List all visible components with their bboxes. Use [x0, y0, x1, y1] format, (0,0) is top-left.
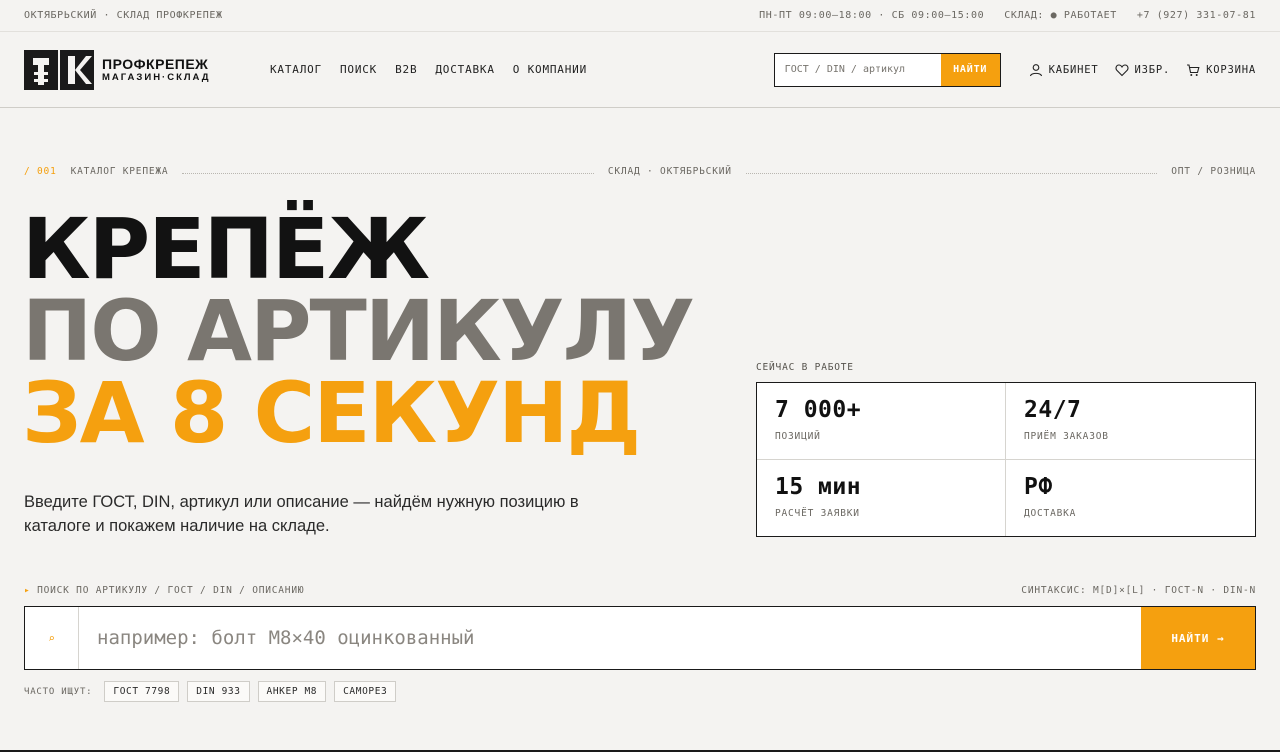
brand-name: ПРОФКРЕПЕЖ [102, 55, 209, 72]
phone-link[interactable]: +7 (927) 331-07-81 [1137, 10, 1256, 21]
top-info-bar: ОКТЯБРЬСКИЙ · СКЛАД ПРОФКРЕПЕЖ ПН-ПТ 09:… [0, 0, 1280, 32]
brand-subtitle: МАГАЗИН·СКЛАД [102, 71, 211, 83]
arrow-icon: ▸ [24, 585, 31, 596]
stats-label: СЕЙЧАС В РАБОТЕ [756, 362, 854, 373]
stat-value: РФ [1024, 473, 1053, 500]
favorites-label: ИЗБР. [1134, 63, 1171, 76]
stat-value: 15 мин [775, 473, 862, 500]
popular-chip[interactable]: АНКЕР М8 [257, 681, 327, 702]
search-label: ▸ ПОИСК ПО АРТИКУЛУ / ГОСТ / DIN / ОПИСА… [24, 585, 304, 596]
cart-icon [1187, 63, 1200, 76]
top-info-right: ПН-ПТ 09:00–18:00 · СБ 09:00–15:00 СКЛАД… [759, 10, 1256, 21]
warehouse-status: СКЛАД: ● РАБОТАЕТ [1004, 10, 1117, 21]
section-title: КАТАЛОГ КРЕПЕЖА [70, 165, 169, 177]
main-search-input[interactable] [79, 607, 1141, 669]
nav-item-about[interactable]: О КОМПАНИИ [513, 63, 587, 76]
section-location: СКЛАД · ОКТЯБРЬСКИЙ [607, 165, 732, 177]
dotted-divider [745, 168, 1158, 174]
stat-caption: ПОЗИЦИЙ [775, 431, 821, 442]
section-sales-type: ОПТ / РОЗНИЦА [1171, 165, 1257, 177]
stat-caption: РАСЧЁТ ЗАЯВКИ [775, 507, 860, 519]
account-link[interactable]: КАБИНЕТ [1029, 63, 1099, 77]
section-label-row: / 001 КАТАЛОГ КРЕПЕЖА СКЛАД · ОКТЯБРЬСКИ… [24, 164, 1256, 178]
stat-orders: 24/7 ПРИЁМ ЗАКАЗОВ [1006, 383, 1255, 460]
search-syntax-hint: СИНТАКСИС: M[D]×[L] · ГОСТ-N · DIN-N [1021, 585, 1256, 596]
nav-item-delivery[interactable]: ДОСТАВКА [435, 63, 494, 76]
stat-value: 7 000+ [775, 397, 862, 423]
stat-caption: ДОСТАВКА [1024, 507, 1077, 519]
nav-item-catalog[interactable]: КАТАЛОГ [270, 63, 322, 76]
search-icon: ⌕ [25, 607, 79, 669]
cart-link[interactable]: КОРЗИНА [1186, 63, 1256, 77]
popular-chip[interactable]: DIN 933 [187, 681, 250, 702]
nav-item-search[interactable]: ПОИСК [340, 63, 377, 76]
logo[interactable]: ПРОФКРЕПЕЖ МАГАЗИН·СКЛАД [24, 49, 254, 90]
heart-icon [1115, 63, 1129, 76]
header-search-button[interactable]: НАЙТИ [940, 53, 1000, 86]
main-search: ⌕ НАЙТИ → [24, 606, 1256, 670]
header-search-input[interactable] [774, 53, 941, 86]
hero-line-3: ЗА 8 СЕКУНД [22, 364, 641, 462]
search-label-row: ▸ ПОИСК ПО АРТИКУЛУ / ГОСТ / DIN / ОПИСА… [24, 585, 1256, 596]
location-text: ОКТЯБРЬСКИЙ · СКЛАД ПРОФКРЕПЕЖ [24, 10, 223, 21]
nav-item-b2b[interactable]: B2B [395, 63, 417, 76]
stat-delivery: РФ ДОСТАВКА [1006, 460, 1255, 537]
main-search-button[interactable]: НАЙТИ → [1141, 607, 1255, 669]
main-header: ПРОФКРЕПЕЖ МАГАЗИН·СКЛАД КАТАЛОГ ПОИСК B… [0, 32, 1280, 108]
header-actions: КАБИНЕТ ИЗБР. КОРЗИНА [1029, 63, 1256, 77]
hero-headline: КРЕПЁЖ ПО АРТИКУЛУ ЗА 8 СЕКУНД [22, 200, 695, 462]
stats-grid: 7 000+ ПОЗИЦИЙ 24/7 ПРИЁМ ЗАКАЗОВ 15 мин… [756, 382, 1256, 537]
search-label-text: ПОИСК ПО АРТИКУЛУ / ГОСТ / DIN / ОПИСАНИ… [37, 585, 305, 596]
stat-caption: ПРИЁМ ЗАКАЗОВ [1024, 431, 1109, 442]
section-number: / 001 [24, 165, 57, 177]
working-hours: ПН-ПТ 09:00–18:00 · СБ 09:00–15:00 [759, 10, 985, 21]
popular-chip[interactable]: ГОСТ 7798 [104, 681, 180, 702]
header-search: НАЙТИ [773, 52, 1001, 87]
cart-label: КОРЗИНА [1206, 63, 1256, 76]
account-label: КАБИНЕТ [1048, 63, 1099, 76]
user-icon [1029, 63, 1042, 76]
stat-quote-time: 15 мин РАСЧЁТ ЗАЯВКИ [757, 459, 1006, 536]
hero-line-2: ПО АРТИКУЛУ [22, 282, 695, 380]
popular-label: ЧАСТО ИЩУТ: [24, 686, 93, 697]
hero-description: Введите ГОСТ, DIN, артикул или описание … [24, 493, 579, 535]
stat-positions: 7 000+ ПОЗИЦИЙ [757, 383, 1006, 460]
dotted-divider [182, 168, 594, 174]
main-nav: КАТАЛОГ ПОИСК B2B ДОСТАВКА О КОМПАНИИ [270, 63, 587, 76]
hero-line-1: КРЕПЁЖ [22, 200, 430, 298]
logo-mark-icon [24, 49, 94, 90]
stat-value: 24/7 [1024, 397, 1082, 423]
favorites-link[interactable]: ИЗБР. [1115, 63, 1171, 77]
popular-searches: ЧАСТО ИЩУТ: ГОСТ 7798 DIN 933 АНКЕР М8 С… [24, 681, 397, 702]
popular-chip[interactable]: САМОРЕЗ [334, 681, 397, 702]
